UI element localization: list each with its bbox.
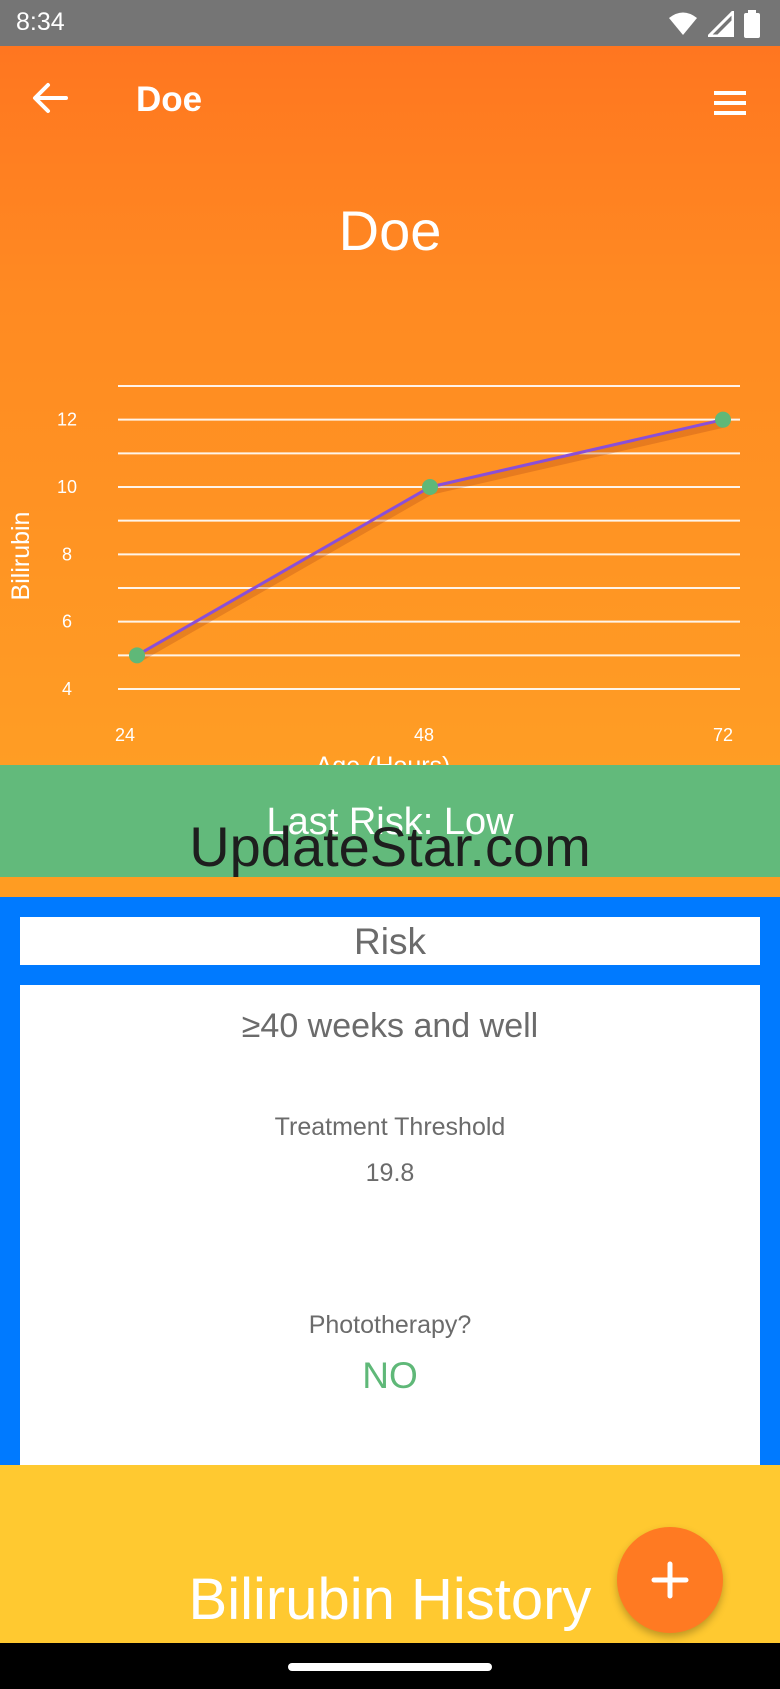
- wifi-icon: [669, 12, 697, 35]
- app-bar-title: Doe: [136, 80, 203, 119]
- risk-category: ≥40 weeks and well: [241, 1007, 539, 1045]
- signal-icon: [708, 11, 734, 37]
- series-line-shadow: [135, 419, 724, 663]
- home-handle[interactable]: [288, 1663, 492, 1671]
- status-icons: [668, 10, 760, 38]
- arrow-left-icon: [33, 83, 68, 113]
- phototherapy-value: NO: [362, 1355, 418, 1396]
- risk-details-card: ≥40 weeks and well Treatment Threshold 1…: [20, 985, 760, 1465]
- y-axis-label: Bilirubin: [7, 512, 35, 601]
- hamburger-menu-icon: [714, 91, 746, 115]
- app-bar: Doe: [0, 46, 780, 154]
- treatment-threshold-label: Treatment Threshold: [274, 1113, 506, 1141]
- y-tick-label: 10: [57, 477, 77, 497]
- status-time: 8:34: [16, 8, 65, 36]
- bilirubin-chart: 468101224 48 72Age (Hours)Bilirubin: [7, 385, 740, 776]
- battery-icon: [744, 10, 760, 38]
- phototherapy-label: Phototherapy?: [308, 1311, 472, 1339]
- y-tick-label: 12: [57, 410, 77, 430]
- menu-button[interactable]: [712, 88, 748, 118]
- data-point: [715, 411, 731, 428]
- x-tick-label: 24: [115, 725, 135, 745]
- add-measurement-button[interactable]: [617, 1527, 723, 1633]
- y-tick-label: 8: [62, 544, 72, 564]
- treatment-threshold-value: 19.8: [365, 1159, 415, 1187]
- divider: [0, 877, 780, 897]
- y-tick-label: 6: [62, 612, 72, 632]
- x-tick-label: 72: [713, 725, 733, 745]
- watermark-text: UpdateStar.com: [189, 815, 591, 878]
- status-bar: 8:34: [0, 0, 780, 46]
- patient-name-title: Doe: [338, 199, 442, 262]
- data-point: [422, 479, 438, 495]
- series-line: [136, 418, 724, 657]
- back-button[interactable]: [28, 76, 72, 120]
- plus-icon: [651, 1561, 689, 1599]
- x-tick-label: 48: [414, 725, 434, 745]
- risk-header: Risk: [20, 917, 760, 965]
- data-point: [129, 647, 145, 664]
- navigation-bar: [0, 1643, 780, 1689]
- y-tick-label: 4: [62, 679, 72, 699]
- hero-section: Doe Doe 4 6 8 10 12 24 48 72 Age (Hours) Bilirubi…: [0, 46, 780, 776]
- risk-panel: Risk ≥40 weeks and well Treatment Thresh…: [0, 897, 780, 1465]
